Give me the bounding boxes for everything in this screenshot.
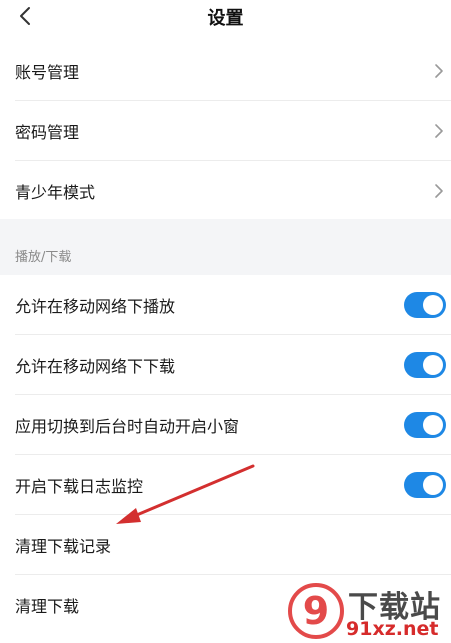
password-management-label: 密码管理 <box>15 123 80 142</box>
mobile-network-playback-item: 允许在移动网络下播放 <box>0 275 451 335</box>
chevron-right-icon <box>435 64 443 78</box>
toggle-knob <box>423 355 443 375</box>
page-title: 设置 <box>207 8 244 29</box>
clear-download-records-item[interactable]: 清理下载记录 <box>0 515 451 575</box>
teen-mode-item[interactable]: 青少年模式 <box>0 161 451 221</box>
toggle-knob <box>423 475 443 495</box>
watermark-logo-icon: 9 <box>288 583 344 639</box>
watermark-url: 91xz.net <box>346 618 439 640</box>
download-log-monitor-label: 开启下载日志监控 <box>15 477 144 496</box>
playback-download-section-header: 播放/下载 <box>15 250 72 265</box>
toggle-knob <box>423 415 443 435</box>
mobile-network-download-label: 允许在移动网络下下载 <box>15 357 176 376</box>
top-bar: 设置 <box>0 0 451 36</box>
download-log-monitor-item: 开启下载日志监控 <box>0 455 451 515</box>
toggle-knob <box>423 295 443 315</box>
password-management-item[interactable]: 密码管理 <box>0 101 451 161</box>
account-settings-group: 账号管理 密码管理 青少年模式 <box>0 41 451 221</box>
clear-downloads-label: 清理下载 <box>15 597 80 616</box>
background-mini-window-item: 应用切换到后台时自动开启小窗 <box>0 395 451 455</box>
teen-mode-label: 青少年模式 <box>15 183 96 202</box>
mobile-network-download-toggle[interactable] <box>404 352 446 378</box>
background-mini-window-label: 应用切换到后台时自动开启小窗 <box>15 417 240 436</box>
chevron-right-icon <box>435 184 443 198</box>
background-mini-window-toggle[interactable] <box>404 412 446 438</box>
svg-text:9: 9 <box>303 589 329 633</box>
download-log-monitor-toggle[interactable] <box>404 472 446 498</box>
account-management-item[interactable]: 账号管理 <box>0 41 451 101</box>
clear-download-records-label: 清理下载记录 <box>15 537 112 556</box>
site-watermark: 9 下载站 91xz.net <box>283 578 451 643</box>
mobile-network-download-item: 允许在移动网络下下载 <box>0 335 451 395</box>
mobile-network-playback-toggle[interactable] <box>404 292 446 318</box>
chevron-right-icon <box>435 124 443 138</box>
mobile-network-playback-label: 允许在移动网络下播放 <box>15 297 176 316</box>
account-management-label: 账号管理 <box>15 63 80 82</box>
